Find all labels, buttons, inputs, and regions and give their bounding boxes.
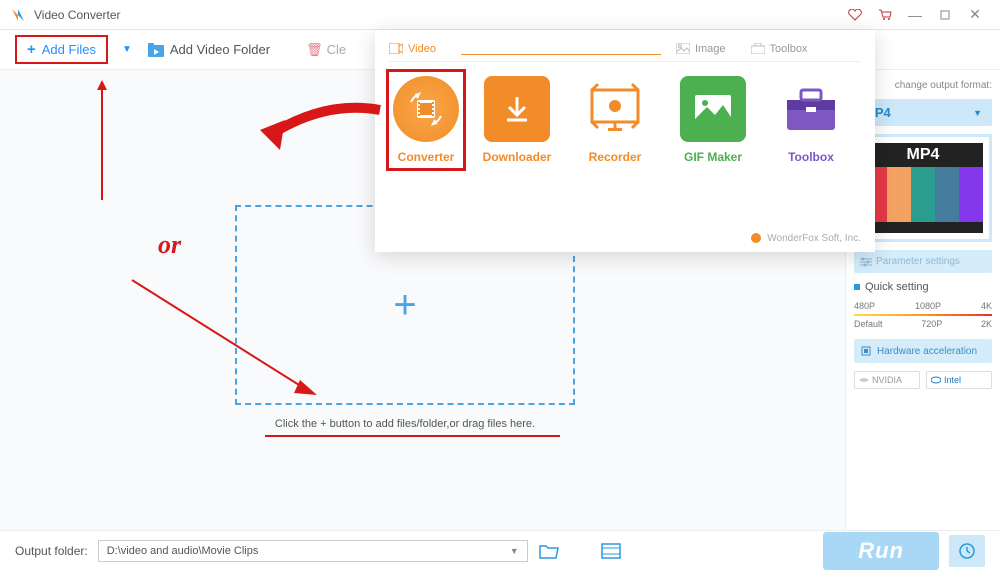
- add-files-label: Add Files: [42, 42, 96, 57]
- hw-label: Hardware acceleration: [877, 346, 977, 357]
- tool-converter-label: Converter: [398, 150, 455, 164]
- tool-gif-label: GIF Maker: [684, 150, 742, 164]
- tool-downloader[interactable]: Downloader: [477, 76, 557, 164]
- popup-tab-toolbox[interactable]: Toolbox: [751, 43, 808, 55]
- add-files-button[interactable]: + Add Files: [15, 35, 108, 64]
- run-button[interactable]: Run: [823, 532, 939, 570]
- output-folder-path[interactable]: D:\video and audio\Movie Clips ▼: [98, 540, 528, 562]
- image-icon: [676, 43, 690, 54]
- tool-toolbox[interactable]: Toolbox: [771, 76, 851, 164]
- nvidia-icon: [859, 376, 869, 384]
- close-button[interactable]: ✕: [960, 5, 990, 25]
- app-title: Video Converter: [34, 8, 121, 22]
- intel-icon: [931, 376, 941, 384]
- clear-list-button[interactable]: 🗑 Cle: [306, 42, 346, 58]
- open-folder-button[interactable]: [538, 542, 560, 560]
- popup-footer: WonderFox Soft, Inc.: [750, 232, 861, 244]
- tool-recorder-label: Recorder: [589, 150, 642, 164]
- add-video-folder-button[interactable]: Add Video Folder: [142, 38, 276, 61]
- app-logo-icon: [10, 7, 26, 23]
- converter-icon: [409, 92, 443, 126]
- gif-icon: [693, 93, 733, 125]
- plus-icon: +: [27, 41, 36, 58]
- dropzone-hint: Click the + button to add files/folder,o…: [235, 418, 575, 430]
- parameter-settings-button[interactable]: Parameter settings: [854, 250, 992, 273]
- toolbox-small-icon: [751, 43, 765, 54]
- wonderfox-icon: [750, 232, 762, 244]
- intel-badge[interactable]: Intel: [926, 371, 992, 389]
- maximize-button[interactable]: [930, 5, 960, 25]
- popup-tab-image[interactable]: Image: [676, 43, 726, 55]
- bottom-bar: Output folder: D:\video and audio\Movie …: [0, 530, 1000, 570]
- nvidia-badge[interactable]: NVIDIA: [854, 371, 920, 389]
- param-label: Parameter settings: [876, 256, 960, 267]
- hardware-acceleration-button[interactable]: Hardware acceleration: [854, 339, 992, 363]
- popup-tab-video[interactable]: Video: [389, 43, 436, 55]
- tool-downloader-label: Downloader: [483, 150, 552, 164]
- tool-converter[interactable]: Converter: [386, 69, 466, 171]
- downloader-icon: [499, 91, 535, 127]
- chip-icon: [860, 345, 872, 357]
- chevron-down-icon: ▼: [973, 108, 982, 118]
- clear-label: Cle: [327, 42, 347, 57]
- titlebar: Video Converter — ✕: [0, 0, 1000, 30]
- chevron-down-icon: ▼: [510, 546, 519, 556]
- annotation-underline: [265, 435, 560, 437]
- tool-gif-maker[interactable]: GIF Maker: [673, 76, 753, 164]
- minimize-button[interactable]: —: [900, 5, 930, 25]
- annotation-or-text: or: [158, 230, 181, 260]
- annotation-arrow-curved: [255, 95, 385, 165]
- like-icon[interactable]: [840, 5, 870, 25]
- format-thumb-label: MP4: [863, 143, 983, 167]
- recorder-icon: [582, 76, 648, 142]
- toolbox-icon: [781, 84, 841, 134]
- video-icon: [389, 43, 403, 54]
- quick-setting-header: Quick setting: [854, 281, 992, 293]
- video-folder-icon: [148, 43, 164, 57]
- clock-icon: [958, 542, 976, 560]
- trash-icon: 🗑: [306, 42, 323, 58]
- quick-setting-dot-icon: [854, 284, 860, 290]
- sliders-icon: [860, 257, 872, 267]
- output-path-value: D:\video and audio\Movie Clips: [107, 545, 259, 557]
- schedule-button[interactable]: [949, 535, 985, 567]
- quick-setting-label: Quick setting: [865, 281, 929, 293]
- tool-recorder[interactable]: Recorder: [575, 76, 655, 164]
- tool-palette-popup: Video Image Toolbox Converter Downloader: [375, 30, 875, 252]
- tool-toolbox-label: Toolbox: [788, 150, 834, 164]
- add-files-dropdown[interactable]: ▼: [122, 44, 132, 55]
- cart-icon[interactable]: [870, 5, 900, 25]
- output-folder-label: Output folder:: [15, 544, 88, 558]
- resolution-slider[interactable]: 480P1080P4K Default720P2K: [854, 301, 992, 331]
- merge-button[interactable]: [600, 542, 622, 560]
- add-folder-label: Add Video Folder: [170, 42, 270, 57]
- dropzone-plus-icon: +: [393, 283, 416, 328]
